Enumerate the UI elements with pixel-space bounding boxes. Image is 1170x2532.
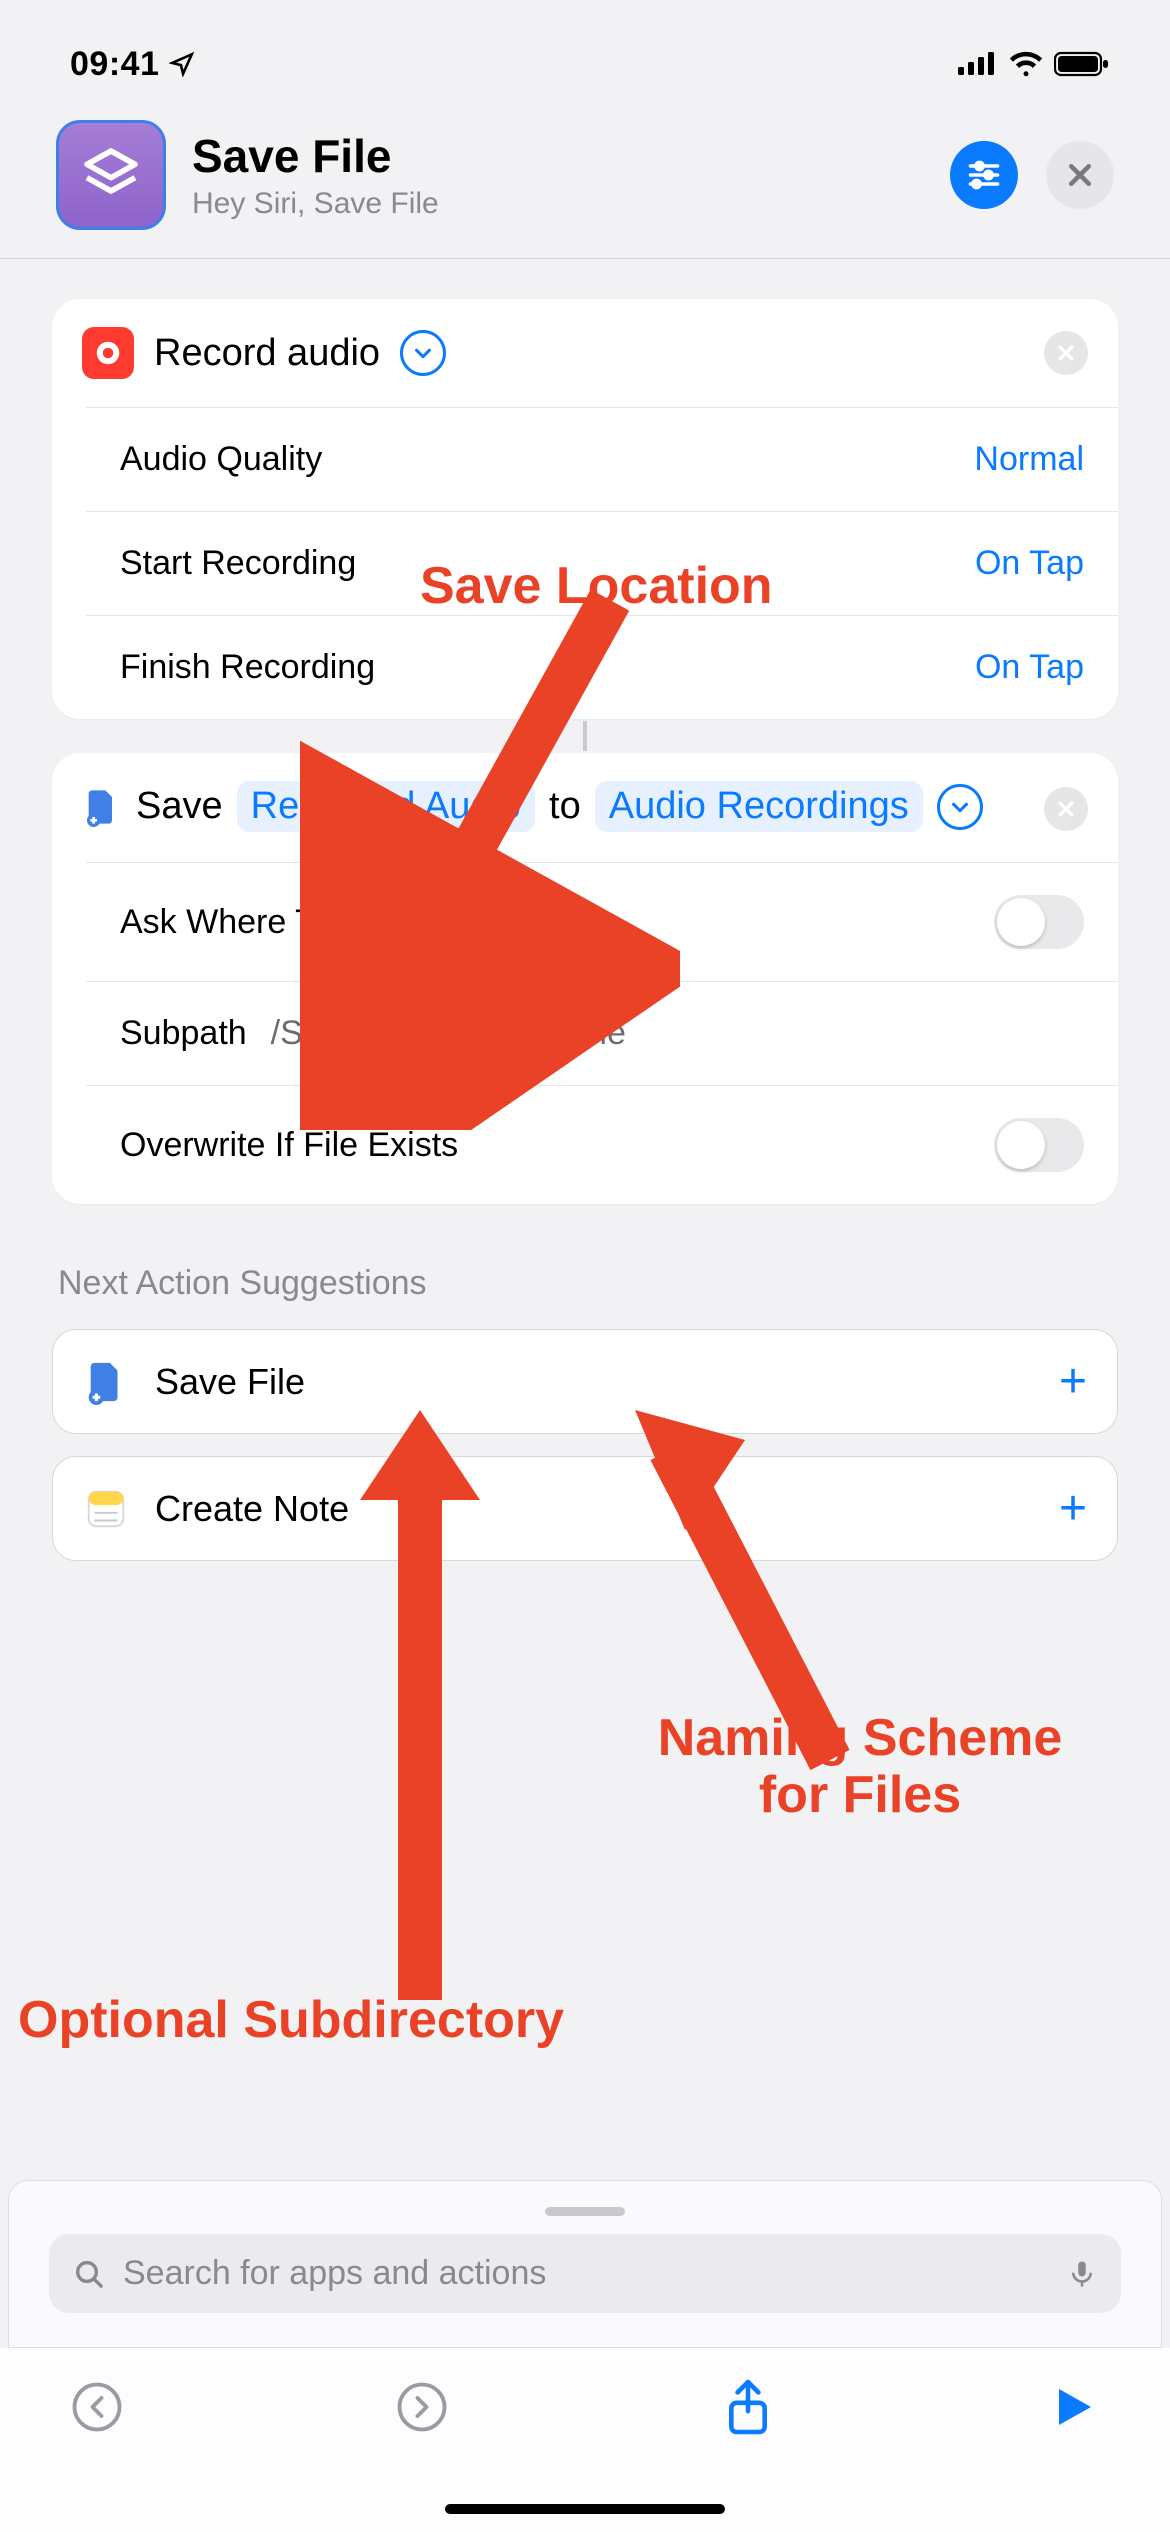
annotation-optional-subdirectory: Optional Subdirectory — [18, 1992, 564, 2049]
suggestions-title: Next Action Suggestions — [58, 1264, 1112, 1303]
delete-action-button[interactable] — [1044, 787, 1088, 831]
start-recording-value: On Tap — [975, 544, 1084, 583]
audio-quality-label: Audio Quality — [120, 440, 322, 479]
notes-icon — [83, 1486, 129, 1532]
close-icon — [1056, 343, 1076, 363]
audio-quality-value: Normal — [974, 440, 1084, 479]
chevron-down-icon — [949, 796, 971, 818]
cellular-icon — [958, 51, 998, 77]
to-word: to — [549, 785, 581, 828]
overwrite-row: Overwrite If File Exists — [86, 1085, 1118, 1204]
run-button[interactable] — [1044, 2378, 1102, 2436]
subpath-value: /Subdirectory/FileName — [271, 1014, 626, 1053]
settings-button[interactable] — [950, 141, 1018, 209]
close-icon — [1065, 160, 1095, 190]
save-file-header[interactable]: Save Recorded Audio to Audio Recordings — [52, 753, 1118, 862]
record-audio-header[interactable]: Record audio — [52, 299, 1118, 407]
record-icon — [82, 327, 134, 379]
subpath-label: Subpath — [120, 1014, 247, 1053]
shortcut-app-icon[interactable] — [56, 120, 166, 230]
home-indicator[interactable] — [445, 2504, 725, 2514]
redo-button[interactable] — [393, 2378, 451, 2436]
ask-where-label: Ask Where To Save — [120, 903, 418, 942]
save-input-pill[interactable]: Recorded Audio — [237, 781, 535, 832]
siri-phrase: Hey Siri, Save File — [192, 187, 950, 221]
audio-quality-row[interactable]: Audio Quality Normal — [86, 407, 1118, 511]
wifi-icon — [1008, 51, 1044, 77]
suggestion-label: Create Note — [155, 1488, 349, 1530]
redo-icon — [395, 2380, 449, 2434]
finish-recording-label: Finish Recording — [120, 648, 375, 687]
search-panel: Search for apps and actions — [8, 2180, 1162, 2348]
add-icon: + — [1059, 1354, 1087, 1409]
close-button[interactable] — [1046, 141, 1114, 209]
ask-where-to-save-row: Ask Where To Save — [86, 862, 1118, 981]
battery-icon — [1054, 51, 1110, 77]
page-title: Save File — [192, 129, 950, 183]
chevron-down-icon — [412, 342, 434, 364]
file-icon — [83, 1359, 129, 1405]
search-placeholder: Search for apps and actions — [123, 2254, 1049, 2293]
save-file-action-card: Save Recorded Audio to Audio Recordings … — [52, 753, 1118, 1204]
ask-where-toggle[interactable] — [994, 895, 1084, 949]
close-icon — [1056, 799, 1076, 819]
suggestion-label: Save File — [155, 1361, 305, 1403]
action-connector — [583, 721, 587, 751]
start-recording-row[interactable]: Start Recording On Tap — [86, 511, 1118, 615]
delete-action-button[interactable] — [1044, 331, 1088, 375]
undo-button[interactable] — [68, 2378, 126, 2436]
save-destination-pill[interactable]: Audio Recordings — [595, 781, 923, 832]
search-icon — [73, 2258, 105, 2290]
share-button[interactable] — [719, 2378, 777, 2436]
actions-content: Record audio Audio Quality Normal Start … — [0, 259, 1170, 1561]
suggestion-save-file[interactable]: Save File + — [52, 1329, 1118, 1434]
status-bar: 09:41 — [0, 0, 1170, 110]
annotation-naming-scheme: Naming Scheme for Files — [595, 1710, 1125, 1824]
drag-handle[interactable] — [545, 2207, 625, 2216]
expand-toggle[interactable] — [400, 330, 446, 376]
undo-icon — [70, 2380, 124, 2434]
expand-toggle[interactable] — [937, 784, 983, 830]
search-input[interactable]: Search for apps and actions — [49, 2234, 1121, 2313]
subpath-row[interactable]: Subpath /Subdirectory/FileName — [86, 981, 1118, 1085]
overwrite-label: Overwrite If File Exists — [120, 1126, 458, 1165]
record-audio-title: Record audio — [154, 332, 380, 375]
play-icon — [1049, 2383, 1097, 2431]
finish-recording-value: On Tap — [975, 648, 1084, 687]
status-time: 09:41 — [70, 45, 159, 84]
suggestion-create-note[interactable]: Create Note + — [52, 1456, 1118, 1561]
finish-recording-row[interactable]: Finish Recording On Tap — [86, 615, 1118, 719]
file-icon — [82, 787, 122, 827]
start-recording-label: Start Recording — [120, 544, 356, 583]
save-word: Save — [136, 785, 223, 828]
sliders-icon — [966, 157, 1002, 193]
mic-icon[interactable] — [1067, 2256, 1097, 2292]
record-audio-action-card: Record audio Audio Quality Normal Start … — [52, 299, 1118, 719]
page-header: Save File Hey Siri, Save File — [0, 110, 1170, 259]
overwrite-toggle[interactable] — [994, 1118, 1084, 1172]
location-icon — [169, 51, 195, 77]
add-icon: + — [1059, 1481, 1087, 1536]
share-icon — [723, 2377, 773, 2437]
